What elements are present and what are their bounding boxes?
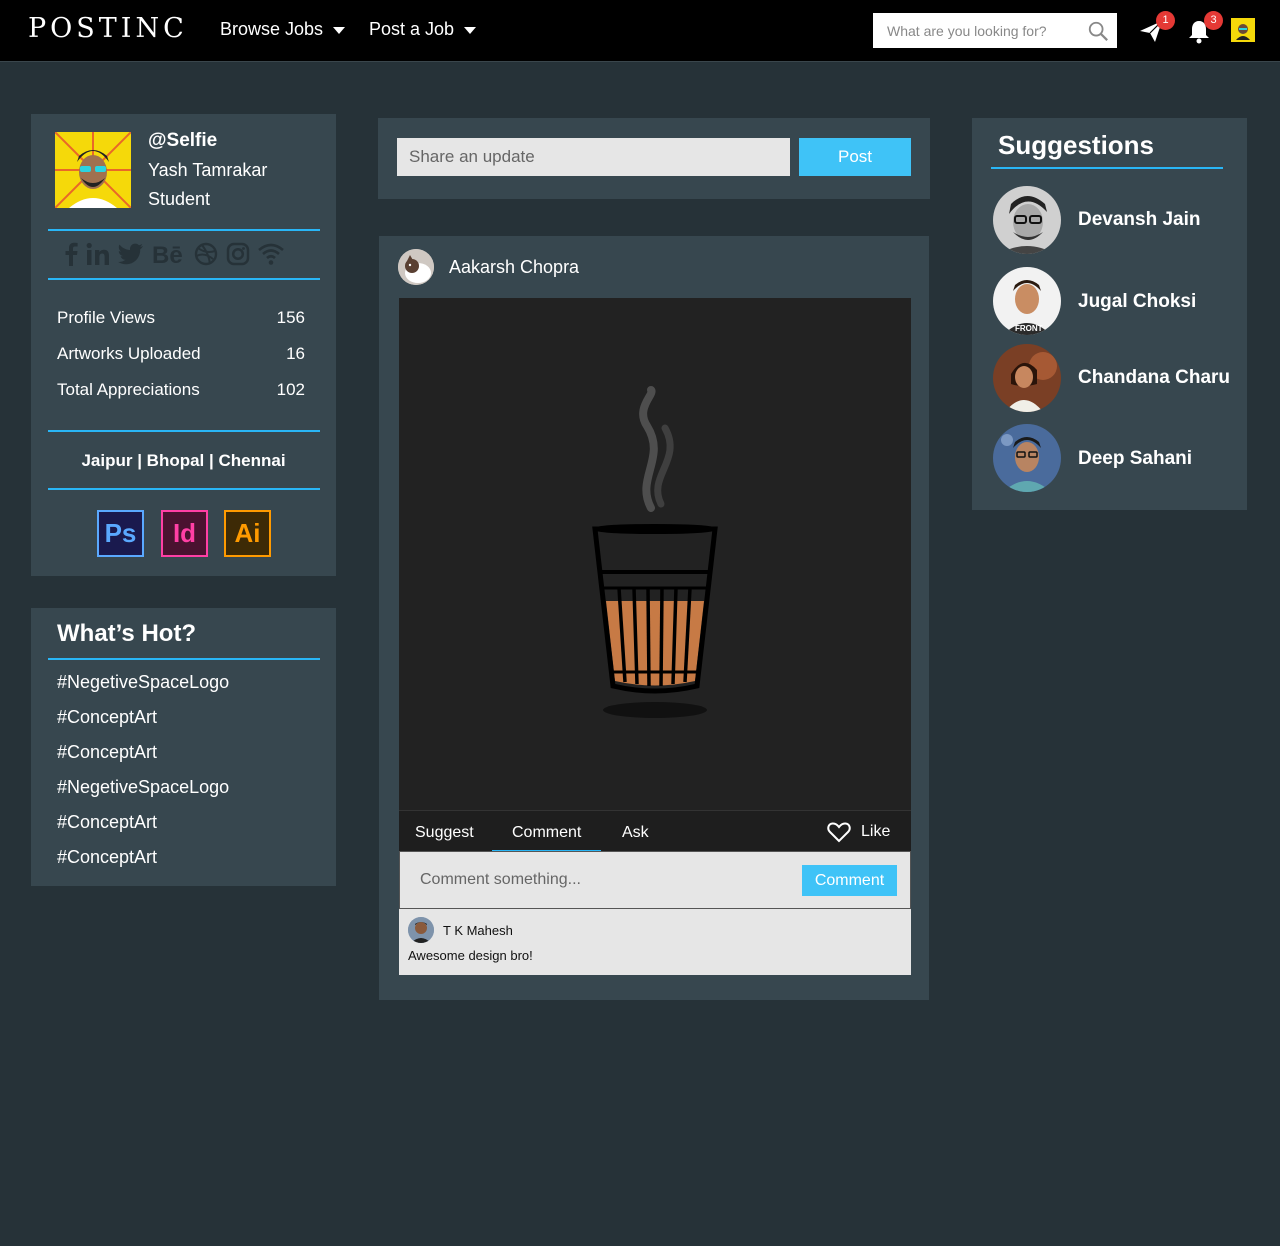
- messages-button[interactable]: 1: [1138, 11, 1175, 44]
- suggestion-name[interactable]: Devansh Jain: [1078, 209, 1201, 231]
- profile-cities: Jaipur | Bhopal | Chennai: [81, 451, 286, 470]
- post-card: Aakarsh Chopra Suggest Comment Ask Like …: [379, 236, 929, 1000]
- instagram-icon[interactable]: [226, 242, 250, 266]
- suggestions-card: Suggestions Devansh Jain FRONT Jugal Cho…: [972, 118, 1247, 510]
- social-links: Bē: [64, 240, 304, 268]
- nav-browse-jobs[interactable]: Browse Jobs: [220, 19, 346, 40]
- post-action-tabs: Suggest Comment Ask Like: [399, 810, 911, 853]
- profile-name: Yash Tamrakar: [148, 160, 268, 180]
- hashtag-link[interactable]: #NegetiveSpaceLogo: [57, 777, 229, 798]
- avatar-face-icon: [1233, 20, 1253, 40]
- messages-badge: 1: [1156, 11, 1175, 30]
- comment-input[interactable]: [410, 864, 790, 896]
- heart-icon: [827, 822, 851, 843]
- tab-comment[interactable]: Comment: [512, 824, 581, 842]
- post-author-name[interactable]: Aakarsh Chopra: [449, 257, 579, 278]
- suggestion-avatar[interactable]: FRONT: [993, 267, 1061, 335]
- site-logo[interactable]: POSTINC: [28, 13, 188, 44]
- comment-item: T K Mahesh Awesome design bro!: [399, 909, 911, 975]
- tab-suggest[interactable]: Suggest: [415, 824, 474, 842]
- whats-hot-title: What’s Hot?: [57, 620, 197, 647]
- profile-card: @Selfie Yash Tamrakar Student Bē Profile…: [31, 114, 336, 576]
- notifications-button[interactable]: 3: [1186, 11, 1223, 44]
- user-avatar[interactable]: [1231, 18, 1255, 42]
- stat-appreciations-label: Total Appreciations: [57, 380, 200, 399]
- stat-profile-views-value: 156: [276, 308, 305, 327]
- tab-ask[interactable]: Ask: [622, 824, 649, 842]
- caret-down-icon: [333, 27, 346, 34]
- post-author-avatar[interactable]: [398, 249, 434, 285]
- notifications-badge: 3: [1204, 11, 1223, 30]
- like-label: Like: [861, 823, 891, 840]
- comment-composer: Comment: [399, 851, 911, 909]
- suggestion-avatar[interactable]: [993, 344, 1061, 412]
- hashtag-link[interactable]: #ConceptArt: [57, 847, 157, 868]
- commenter-photo: [408, 917, 434, 943]
- search-input[interactable]: [873, 13, 1083, 48]
- illustrator-icon[interactable]: Ai: [224, 510, 271, 557]
- nav-post-a-job-label: Post a Job: [369, 19, 455, 39]
- search-icon[interactable]: [1087, 20, 1109, 42]
- svg-text:Bē: Bē: [152, 242, 183, 266]
- comment-submit-button[interactable]: Comment: [802, 865, 897, 896]
- chai-glass-illustration: [399, 298, 911, 810]
- suggestion-name[interactable]: Chandana Charu: [1078, 367, 1230, 389]
- hashtag-link[interactable]: #ConceptArt: [57, 707, 157, 728]
- wifi-icon[interactable]: [258, 242, 284, 266]
- twitter-icon[interactable]: [118, 242, 144, 266]
- indesign-icon[interactable]: Id: [161, 510, 208, 557]
- suggestions-title: Suggestions: [998, 130, 1155, 160]
- linkedin-icon[interactable]: [86, 242, 110, 266]
- commenter-name[interactable]: T K Mahesh: [443, 923, 513, 938]
- profile-handle: @Selfie: [148, 130, 218, 151]
- divider: [48, 488, 320, 490]
- nav-post-a-job[interactable]: Post a Job: [369, 19, 477, 40]
- deep-photo: [993, 424, 1061, 492]
- comment-text: Awesome design bro!: [408, 948, 533, 963]
- divider: [991, 167, 1223, 169]
- hashtag-link[interactable]: #ConceptArt: [57, 742, 157, 763]
- behance-icon[interactable]: Bē: [152, 242, 186, 266]
- profile-picture[interactable]: [55, 132, 131, 208]
- profile-role: Student: [148, 189, 211, 209]
- svg-text:FRONT: FRONT: [1015, 324, 1043, 333]
- profile-selfie-image: [55, 132, 131, 208]
- suggestion-name[interactable]: Jugal Choksi: [1078, 291, 1196, 313]
- divider: [48, 229, 320, 231]
- share-update-card: Post: [378, 118, 930, 199]
- stat-artworks-value: 16: [286, 344, 305, 363]
- nav-browse-jobs-label: Browse Jobs: [220, 19, 324, 39]
- share-update-input[interactable]: [397, 138, 790, 176]
- divider: [48, 430, 320, 432]
- post-button[interactable]: Post: [799, 138, 911, 176]
- dribbble-icon[interactable]: [194, 242, 218, 266]
- photoshop-icon[interactable]: Ps: [97, 510, 144, 557]
- facebook-icon[interactable]: [64, 242, 78, 266]
- suggestion-name[interactable]: Deep Sahani: [1078, 448, 1192, 470]
- whats-hot-card: What’s Hot? #NegetiveSpaceLogo #ConceptA…: [31, 608, 336, 886]
- suggestion-avatar[interactable]: [993, 424, 1061, 492]
- hashtag-link[interactable]: #ConceptArt: [57, 812, 157, 833]
- hashtag-link[interactable]: #NegetiveSpaceLogo: [57, 672, 229, 693]
- search-box: [873, 13, 1117, 48]
- stat-profile-views-label: Profile Views: [57, 308, 155, 327]
- divider: [48, 658, 320, 660]
- chandana-photo: [993, 344, 1061, 412]
- divider: [48, 278, 320, 280]
- top-navbar: POSTINC Browse Jobs Post a Job 1 3: [0, 0, 1280, 62]
- jugal-photo: FRONT: [993, 267, 1061, 335]
- like-button[interactable]: Like: [827, 821, 890, 843]
- post-image[interactable]: [399, 298, 911, 810]
- cat-avatar-image: [398, 249, 434, 285]
- commenter-avatar[interactable]: [408, 917, 434, 943]
- stat-artworks-label: Artworks Uploaded: [57, 344, 201, 363]
- stat-appreciations-value: 102: [276, 380, 305, 399]
- caret-down-icon: [464, 27, 477, 34]
- devansh-photo: [993, 186, 1061, 254]
- suggestion-avatar[interactable]: [993, 186, 1061, 254]
